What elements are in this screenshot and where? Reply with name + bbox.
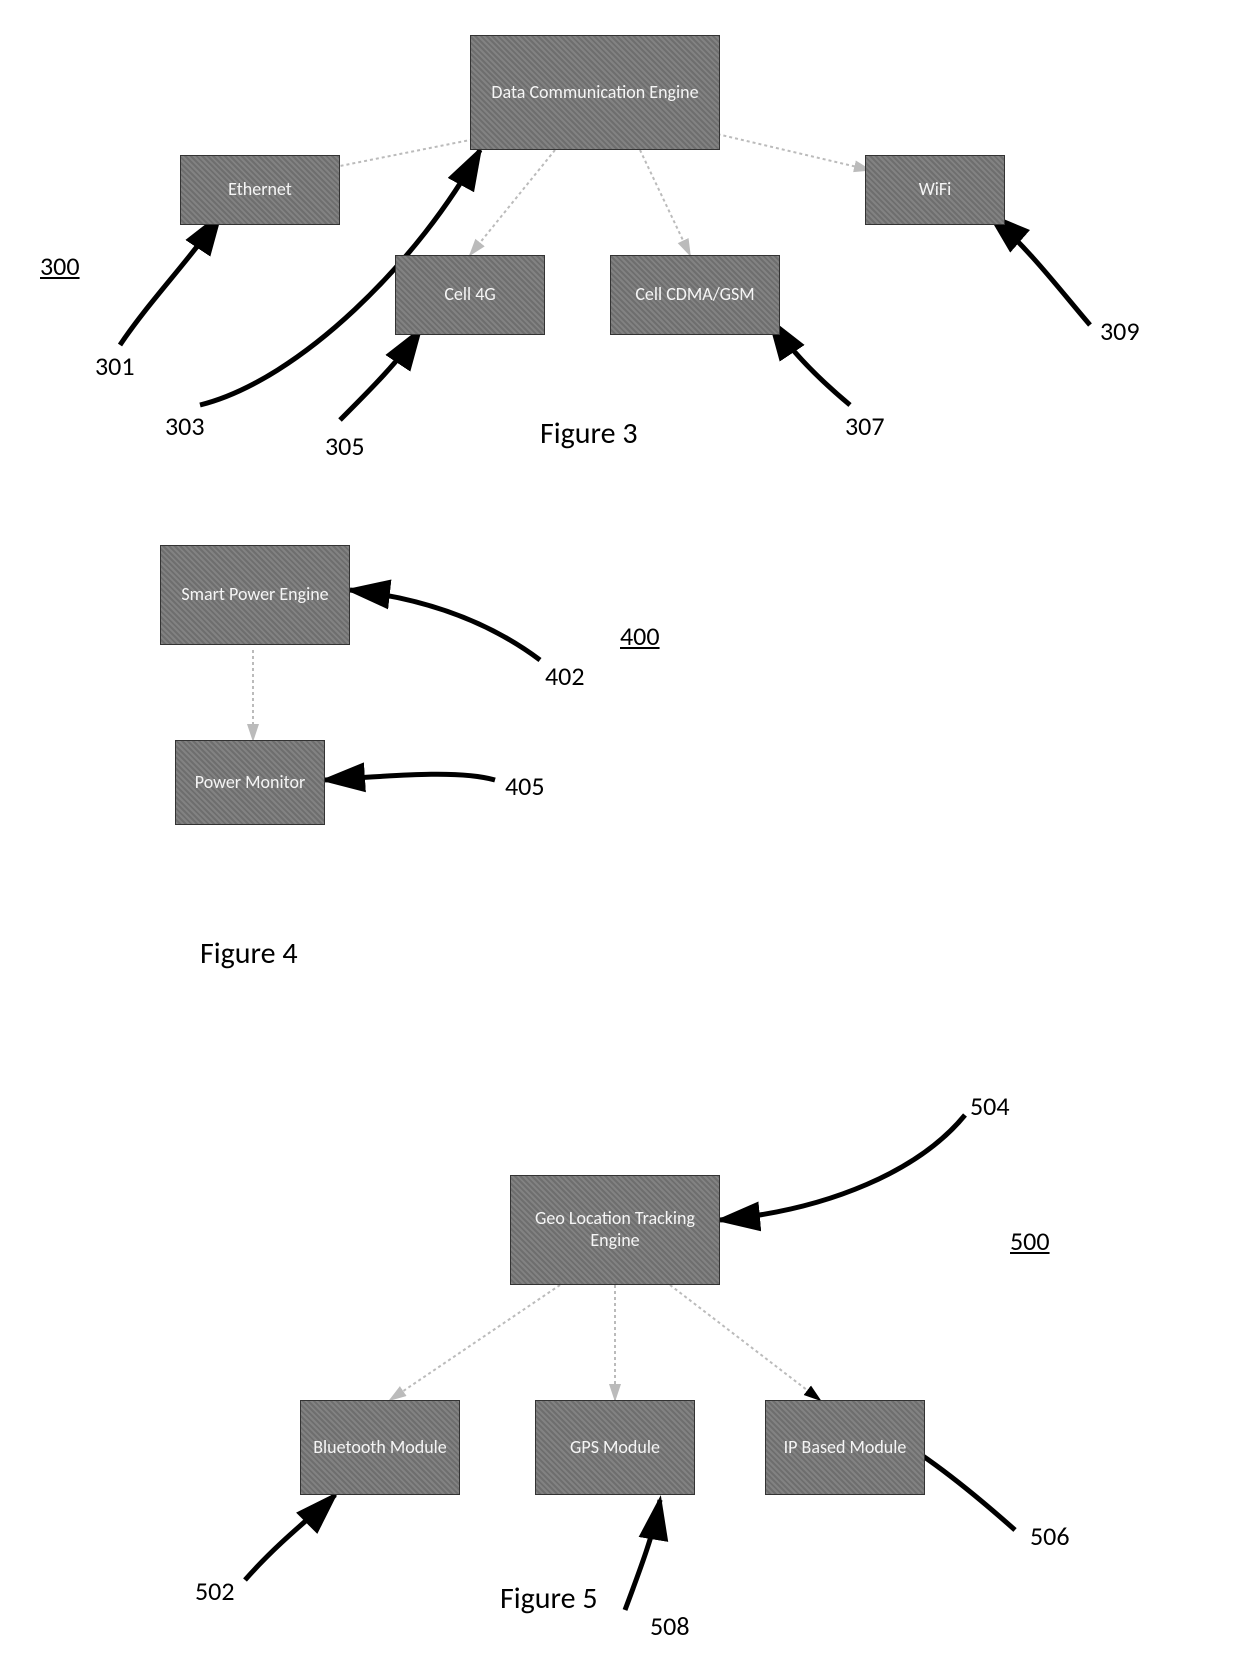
box-bluetooth-module: Bluetooth Module <box>300 1400 460 1495</box>
ref-303: 303 <box>165 410 205 442</box>
figure5-id: 500 <box>1010 1225 1050 1257</box>
figure4-caption: Figure 4 <box>200 935 298 972</box>
box-ethernet: Ethernet <box>180 155 340 225</box>
ref-301: 301 <box>95 350 135 382</box>
box-power-monitor: Power Monitor <box>175 740 325 825</box>
ref-309: 309 <box>1100 315 1140 347</box>
box-ip-based-module: IP Based Module <box>765 1400 925 1495</box>
ref-305: 305 <box>325 430 365 462</box>
ref-307: 307 <box>845 410 885 442</box>
ref-405: 405 <box>505 770 545 802</box>
ref-508: 508 <box>650 1610 690 1642</box>
ref-502: 502 <box>195 1575 235 1607</box>
figure3-caption: Figure 3 <box>540 415 638 452</box>
box-wifi: WiFi <box>865 155 1005 225</box>
page: 300 Data Communication Engine Ethernet C… <box>0 0 1240 1672</box>
ref-506: 506 <box>1030 1520 1070 1552</box>
figure3-id: 300 <box>40 250 80 282</box>
box-geo-location-engine: Geo Location Tracking Engine <box>510 1175 720 1285</box>
box-data-comm-engine: Data Communication Engine <box>470 35 720 150</box>
box-cell-4g: Cell 4G <box>395 255 545 335</box>
box-gps-module: GPS Module <box>535 1400 695 1495</box>
box-cell-cdma-gsm: Cell CDMA/GSM <box>610 255 780 335</box>
figure4-id: 400 <box>620 620 660 652</box>
ref-402: 402 <box>545 660 585 692</box>
box-smart-power-engine: Smart Power Engine <box>160 545 350 645</box>
figure5-caption: Figure 5 <box>500 1580 598 1617</box>
ref-504: 504 <box>970 1090 1010 1122</box>
